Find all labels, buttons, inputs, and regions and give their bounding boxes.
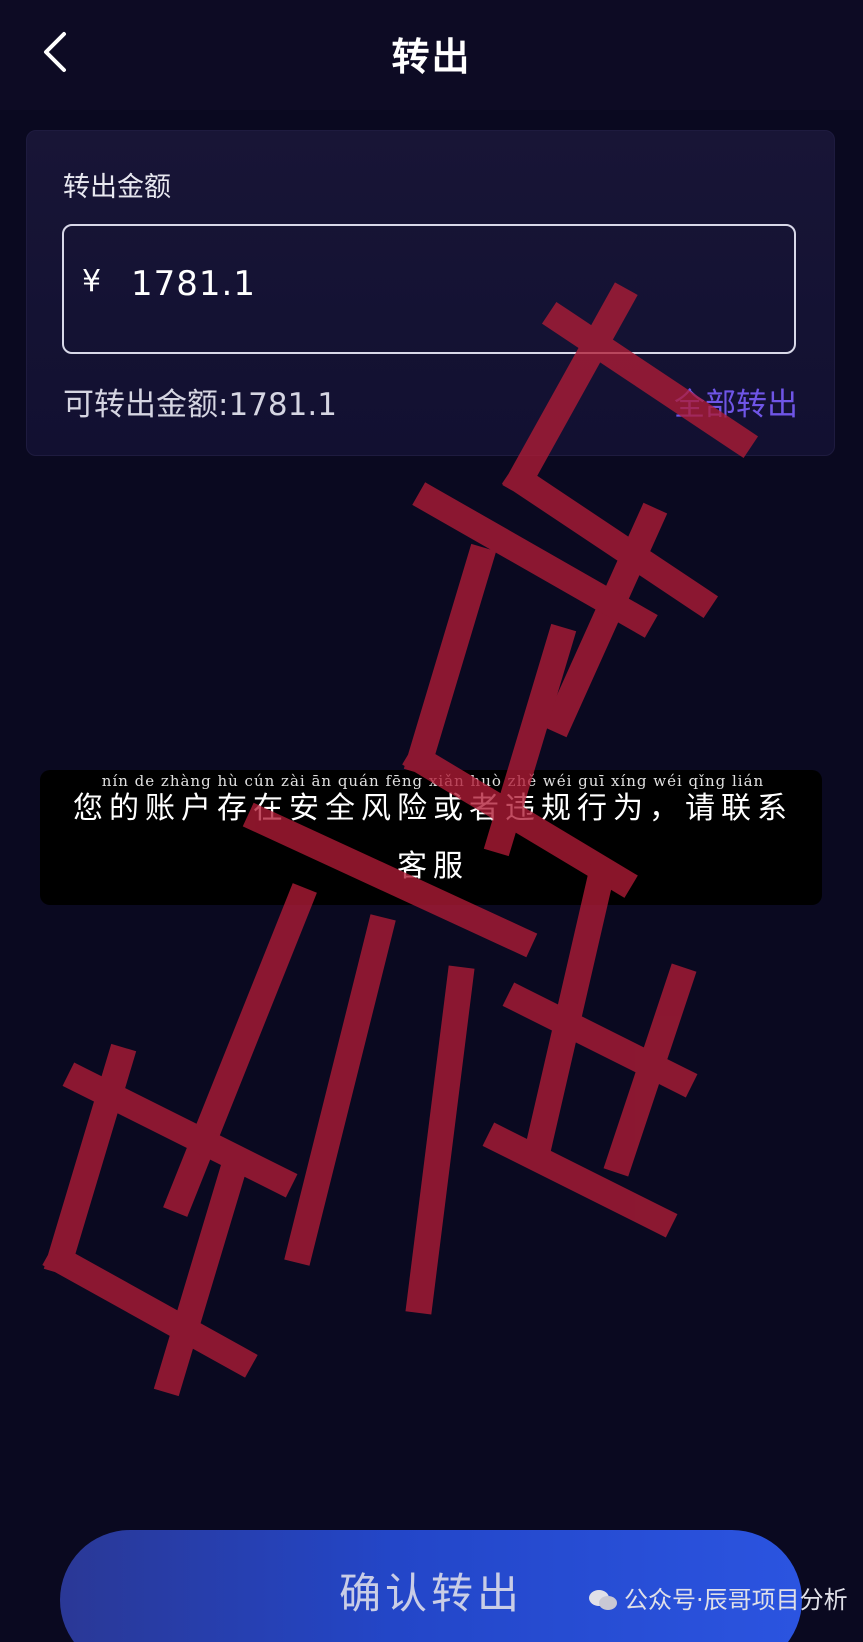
- withdraw-all-link[interactable]: 全部转出: [674, 379, 798, 424]
- brand-text: 公众号·辰哥项目分析: [624, 1586, 848, 1614]
- available-amount: 可转出金额:1781.1: [63, 387, 337, 423]
- transfer-card: 转出金额 ¥ 1781.1 可转出金额:1781.1 全部转出: [26, 130, 835, 456]
- toast-message: 您的账户存在安全风险或者违规行为，请联系客服: [73, 791, 793, 884]
- risk-warning-toast: nín de zhàng hù cún zài ān quán fēng xiǎ…: [40, 770, 822, 905]
- amount-value[interactable]: 1781.1: [131, 264, 256, 304]
- top-bar: 转出: [0, 0, 863, 110]
- amount-label: 转出金额: [63, 172, 171, 203]
- currency-symbol: ¥: [82, 264, 102, 299]
- wechat-icon: [589, 1590, 617, 1610]
- page-title: 转出: [391, 35, 472, 79]
- amount-input[interactable]: ¥ 1781.1: [62, 224, 796, 354]
- brand-watermark: 公众号·辰哥项目分析: [588, 1580, 848, 1615]
- transfer-out-page: 转出 转出金额 ¥ 1781.1 可转出金额:1781.1 全部转出 nín d…: [0, 0, 863, 1642]
